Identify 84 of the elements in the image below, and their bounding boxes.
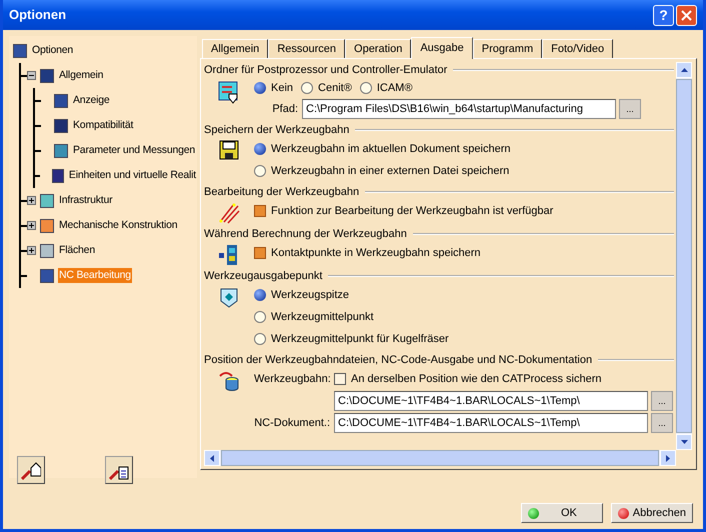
tab[interactable]: Foto/Video (542, 39, 614, 58)
help-button[interactable]: ? (653, 4, 674, 26)
radio-label: Werkzeugmittelpunkt (271, 310, 374, 325)
tree-node-icon (13, 44, 27, 58)
checkbox-label: Funktion zur Bearbeitung der Werkzeugbahn ist verfügbar (271, 204, 554, 219)
close-icon[interactable] (676, 4, 697, 26)
field-label: NC-Dokument.: (254, 416, 331, 431)
radio-button[interactable] (254, 289, 266, 301)
tree-item[interactable]: Optionen (31, 42, 74, 58)
tree-node-icon (40, 68, 54, 82)
path-field[interactable]: C:\Program Files\DS\B16\win_b64\startup\Manufacturing (302, 99, 616, 119)
section-title: Ordner für Postprozessor und Controller-Emulator (204, 62, 448, 78)
section-title: Während Berechnung der Werkzeugbahn (204, 226, 408, 242)
cancel-button[interactable]: Abbrechen (611, 503, 693, 523)
checkbox-label: Kontaktpunkte in Werkzeugbahn speichern (271, 246, 481, 261)
browse-button[interactable]: ... (619, 99, 641, 119)
tab[interactable]: Ausgabe (411, 37, 473, 59)
tree-node-icon (40, 268, 54, 282)
radio-button[interactable] (254, 165, 266, 177)
tree-node-icon (54, 118, 68, 132)
radio-button[interactable] (254, 82, 266, 94)
expand-toggle[interactable] (27, 196, 36, 205)
tree-item[interactable]: Anzeige (72, 92, 111, 108)
shield-tool-icon (219, 286, 239, 308)
database-arrow-icon (218, 370, 240, 392)
browse-button[interactable]: ... (651, 391, 673, 411)
section-title: Speichern der Werkzeugbahn (204, 122, 350, 138)
tree-item[interactable]: Allgemein (58, 68, 104, 84)
tab[interactable]: Allgemein (202, 39, 268, 58)
window-title: Optionen (9, 6, 66, 24)
tree-item[interactable]: Einheiten und virtuelle Realit (68, 168, 197, 184)
tree-item[interactable]: Parameter und Messungen (72, 142, 196, 158)
section-title: Position der Werkzeugbahndateien, NC-Code-Ausgabe und NC-Dokumentation (204, 352, 594, 368)
path-field[interactable]: C:\DOCUME~1\TF4B4~1.BAR\LOCALS~1\Temp\ (334, 413, 648, 433)
vertical-scrollbar[interactable] (676, 62, 692, 450)
tab[interactable]: Programm (472, 39, 542, 58)
scroll-left-icon[interactable] (210, 454, 214, 462)
home-tool-button[interactable] (17, 456, 45, 484)
expand-toggle[interactable] (27, 246, 36, 255)
section-title: Bearbeitung der Werkzeugbahn (204, 184, 360, 200)
diagonal-lines-icon (218, 202, 240, 224)
radio-label: Werkzeugspitze (271, 288, 350, 303)
tree-node-icon (52, 168, 64, 182)
radio-button[interactable] (254, 143, 266, 155)
tree-item[interactable]: Infrastruktur (58, 192, 114, 208)
tree-node-icon (54, 94, 68, 108)
document-tool-button[interactable] (105, 456, 133, 484)
field-label: Werkzeugbahn: (254, 372, 332, 387)
radio-button[interactable] (360, 82, 372, 94)
radio-button[interactable] (254, 311, 266, 323)
tab[interactable]: Ressourcen (268, 39, 346, 58)
checkbox[interactable] (334, 373, 346, 385)
expand-toggle[interactable] (27, 221, 36, 230)
tree-node-icon (40, 194, 54, 208)
radio-label: Werkzeugbahn im aktuellen Dokument speichern (271, 142, 510, 157)
radio-label: Werkzeugmittelpunkt für Kugelfräser (271, 332, 449, 347)
horizontal-scrollbar[interactable] (204, 450, 676, 466)
house-wrench-icon (21, 460, 41, 480)
scroll-up-icon[interactable] (680, 68, 688, 72)
tree-node-icon (54, 144, 68, 158)
field-label: Pfad: (271, 102, 299, 117)
checkbox[interactable] (254, 205, 266, 217)
tree-item[interactable]: Flächen (58, 242, 96, 258)
radio-button[interactable] (254, 333, 266, 345)
browse-button[interactable]: ... (651, 413, 673, 433)
ok-button[interactable]: OK (521, 503, 603, 523)
scroll-right-icon[interactable] (666, 454, 670, 462)
checkbox-label: An derselben Position wie den CATProcess sichern (351, 372, 602, 387)
path-field[interactable]: C:\DOCUME~1\TF4B4~1.BAR\LOCALS~1\Temp\ (334, 391, 648, 411)
tab[interactable]: Operation (345, 39, 412, 58)
radio-label: Cenit® (318, 80, 352, 96)
radio-button[interactable] (301, 82, 314, 94)
section-title: Werkzeugausgabepunkt (204, 268, 324, 284)
collapse-toggle[interactable] (27, 71, 36, 80)
scroll-down-icon[interactable] (680, 440, 688, 444)
checkbox[interactable] (254, 247, 266, 259)
radio-label: Kein (271, 80, 294, 96)
tree-node-icon (40, 244, 54, 258)
radio-label: Werkzeugbahn in einer externen Datei speichern (271, 164, 510, 179)
tree-node-icon (40, 218, 54, 232)
tree-item[interactable]: Mechanische Konstruktion (58, 218, 178, 234)
radio-label: ICAM® (376, 80, 412, 96)
film-strip-icon (218, 244, 240, 266)
tree-item[interactable]: Kompatibilität (72, 118, 134, 134)
